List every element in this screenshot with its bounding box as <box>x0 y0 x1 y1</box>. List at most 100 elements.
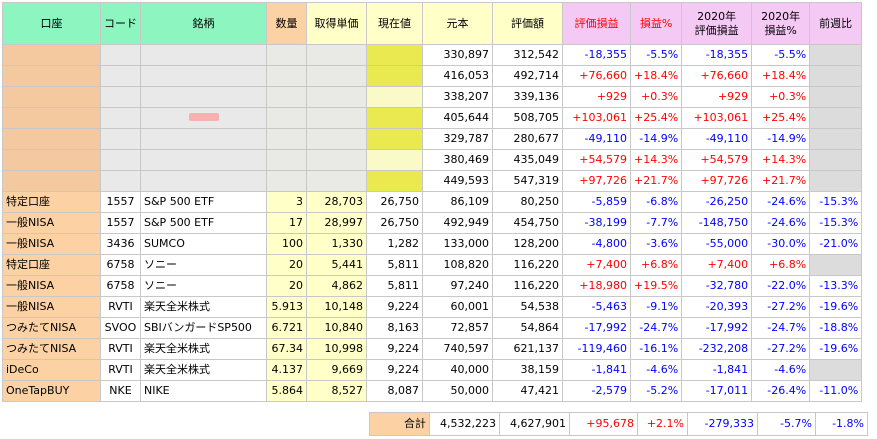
pct-2020-cell[interactable]: -30.0% <box>751 233 811 255</box>
account-cell[interactable] <box>2 170 101 192</box>
code-cell[interactable]: 1557 <box>100 191 141 213</box>
code-cell[interactable] <box>100 65 141 87</box>
pl-2020-cell[interactable]: -20,393 <box>681 296 753 318</box>
pl-pct-cell[interactable]: -7.7% <box>629 212 683 234</box>
valuation-cell[interactable]: 435,049 <box>492 149 563 171</box>
qty-cell[interactable]: 67.34 <box>266 338 307 360</box>
name-cell[interactable] <box>140 149 267 171</box>
header-pct-2020[interactable]: 2020年 損益% <box>751 2 811 45</box>
header-pl-pct[interactable]: 損益% <box>629 2 683 45</box>
account-cell[interactable]: 一般NISA <box>2 212 101 234</box>
valuation-cell[interactable]: 47,421 <box>492 380 563 402</box>
account-cell[interactable] <box>2 44 101 66</box>
name-cell[interactable]: 楽天全米株式 <box>140 296 267 318</box>
cost-cell[interactable] <box>306 44 367 66</box>
price-cell[interactable]: 9,224 <box>366 359 423 381</box>
pct-2020-cell[interactable]: +21.7% <box>751 170 811 192</box>
code-cell[interactable]: 6758 <box>100 275 141 297</box>
name-cell[interactable] <box>140 86 267 108</box>
pl-cell[interactable]: +97,726 <box>562 170 631 192</box>
price-cell[interactable]: 5,811 <box>366 254 423 276</box>
pct-2020-cell[interactable]: -24.6% <box>751 191 811 213</box>
pl-2020-cell[interactable]: +97,726 <box>681 170 753 192</box>
valuation-cell[interactable]: 116,220 <box>492 275 563 297</box>
pl-2020-cell[interactable]: -148,750 <box>681 212 753 234</box>
valuation-cell[interactable]: 54,538 <box>492 296 563 318</box>
pl-cell[interactable]: +103,061 <box>562 107 631 129</box>
qty-cell[interactable] <box>266 86 307 108</box>
valuation-cell[interactable]: 508,705 <box>492 107 563 129</box>
pct-2020-cell[interactable]: +6.8% <box>751 254 811 276</box>
cost-cell[interactable] <box>306 86 367 108</box>
valuation-cell[interactable]: 116,220 <box>492 254 563 276</box>
code-cell[interactable]: RVTI <box>100 359 141 381</box>
pl-pct-cell[interactable]: +6.8% <box>629 254 683 276</box>
total-valuation[interactable]: 4,627,901 <box>499 412 570 436</box>
prev-cell[interactable]: -15.3% <box>809 191 863 213</box>
pl-cell[interactable]: -119,460 <box>562 338 631 360</box>
price-cell[interactable] <box>366 44 423 66</box>
cost-cell[interactable]: 5,441 <box>306 254 367 276</box>
qty-cell[interactable] <box>266 128 307 150</box>
pct-2020-cell[interactable]: -22.0% <box>751 275 811 297</box>
price-cell[interactable]: 9,224 <box>366 338 423 360</box>
code-cell[interactable] <box>100 107 141 129</box>
total-principal[interactable]: 4,532,223 <box>429 412 500 436</box>
pl-pct-cell[interactable]: -3.6% <box>629 233 683 255</box>
pl-2020-cell[interactable]: -55,000 <box>681 233 753 255</box>
prev-cell[interactable] <box>809 254 863 276</box>
prev-cell[interactable] <box>809 86 863 108</box>
pl-cell[interactable]: +7,400 <box>562 254 631 276</box>
total-pl-pct[interactable]: +2.1% <box>637 412 688 436</box>
code-cell[interactable] <box>100 149 141 171</box>
valuation-cell[interactable]: 54,864 <box>492 317 563 339</box>
header-valuation[interactable]: 評価額 <box>492 2 563 45</box>
prev-cell[interactable] <box>809 44 863 66</box>
name-cell[interactable]: 楽天全米株式 <box>140 359 267 381</box>
prev-cell[interactable] <box>809 65 863 87</box>
pl-cell[interactable]: +929 <box>562 86 631 108</box>
pct-2020-cell[interactable]: -27.2% <box>751 296 811 318</box>
header-code[interactable]: コード <box>100 2 141 45</box>
account-cell[interactable]: つみたてNISA <box>2 338 101 360</box>
price-cell[interactable]: 5,811 <box>366 275 423 297</box>
header-name[interactable]: 銘柄 <box>140 2 267 45</box>
principal-cell[interactable]: 108,820 <box>422 254 493 276</box>
price-cell[interactable] <box>366 107 423 129</box>
cost-cell[interactable] <box>306 128 367 150</box>
account-cell[interactable]: 一般NISA <box>2 275 101 297</box>
account-cell[interactable] <box>2 107 101 129</box>
pl-pct-cell[interactable]: -4.6% <box>629 359 683 381</box>
pl-cell[interactable]: -18,355 <box>562 44 631 66</box>
pl-cell[interactable]: -49,110 <box>562 128 631 150</box>
name-cell[interactable]: ソニー <box>140 254 267 276</box>
cost-cell[interactable]: 4,862 <box>306 275 367 297</box>
header-pl-2020[interactable]: 2020年 評価損益 <box>681 2 753 45</box>
pct-2020-cell[interactable]: -27.2% <box>751 338 811 360</box>
price-cell[interactable] <box>366 65 423 87</box>
pl-cell[interactable]: -4,800 <box>562 233 631 255</box>
account-cell[interactable]: 特定口座 <box>2 191 101 213</box>
cost-cell[interactable] <box>306 149 367 171</box>
account-cell[interactable]: 一般NISA <box>2 296 101 318</box>
pl-pct-cell[interactable]: +25.4% <box>629 107 683 129</box>
pl-pct-cell[interactable]: +18.4% <box>629 65 683 87</box>
qty-cell[interactable] <box>266 44 307 66</box>
name-cell[interactable] <box>140 65 267 87</box>
account-cell[interactable] <box>2 65 101 87</box>
cost-cell[interactable]: 28,703 <box>306 191 367 213</box>
header-prev[interactable]: 前週比 <box>809 2 863 45</box>
code-cell[interactable]: NKE <box>100 380 141 402</box>
prev-cell[interactable] <box>809 170 863 192</box>
name-cell[interactable]: ソニー <box>140 275 267 297</box>
qty-cell[interactable]: 17 <box>266 212 307 234</box>
pct-2020-cell[interactable]: -26.4% <box>751 380 811 402</box>
code-cell[interactable]: RVTI <box>100 296 141 318</box>
prev-cell[interactable] <box>809 107 863 129</box>
qty-cell[interactable]: 100 <box>266 233 307 255</box>
pct-2020-cell[interactable]: -4.6% <box>751 359 811 381</box>
pl-cell[interactable]: -5,463 <box>562 296 631 318</box>
cost-cell[interactable]: 10,840 <box>306 317 367 339</box>
pl-2020-cell[interactable]: -1,841 <box>681 359 753 381</box>
pct-2020-cell[interactable]: -5.5% <box>751 44 811 66</box>
